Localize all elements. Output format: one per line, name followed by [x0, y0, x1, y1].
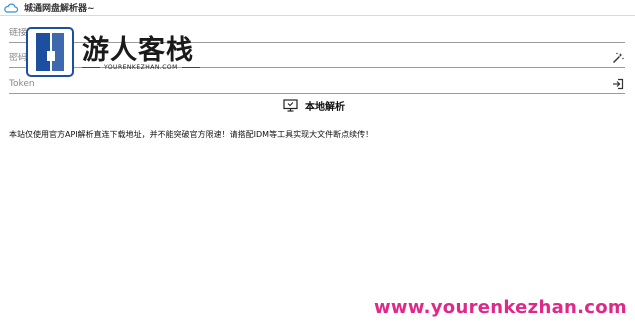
title-bar: 城通网盘解析器~: [0, 0, 635, 16]
window-title: 城通网盘解析器~: [24, 4, 95, 14]
sign-in-icon[interactable]: [611, 77, 625, 91]
magic-wand-icon[interactable]: [611, 51, 625, 65]
token-input[interactable]: [9, 79, 589, 89]
local-parse-button[interactable]: 本地解析: [283, 98, 345, 113]
cloud-icon: [4, 3, 18, 13]
local-parse-label: 本地解析: [305, 102, 345, 113]
notice-text: 本站仅使用官方API解析直连下载地址，并不能突破官方限速！请搭配IDM等工具实现…: [9, 130, 374, 139]
monitor-icon: [283, 99, 298, 112]
watermark-title: 游人客栈: [82, 35, 194, 66]
token-field[interactable]: [9, 75, 625, 94]
watermark-logo-icon: [26, 27, 74, 77]
divider: [181, 67, 200, 68]
watermark-subtitle: YOURENKEZHAN.COM: [82, 64, 200, 71]
watermark-url: www.yourenkezhan.com: [374, 297, 627, 318]
watermark-subtitle-text: YOURENKEZHAN.COM: [104, 64, 178, 71]
divider: [82, 67, 100, 68]
